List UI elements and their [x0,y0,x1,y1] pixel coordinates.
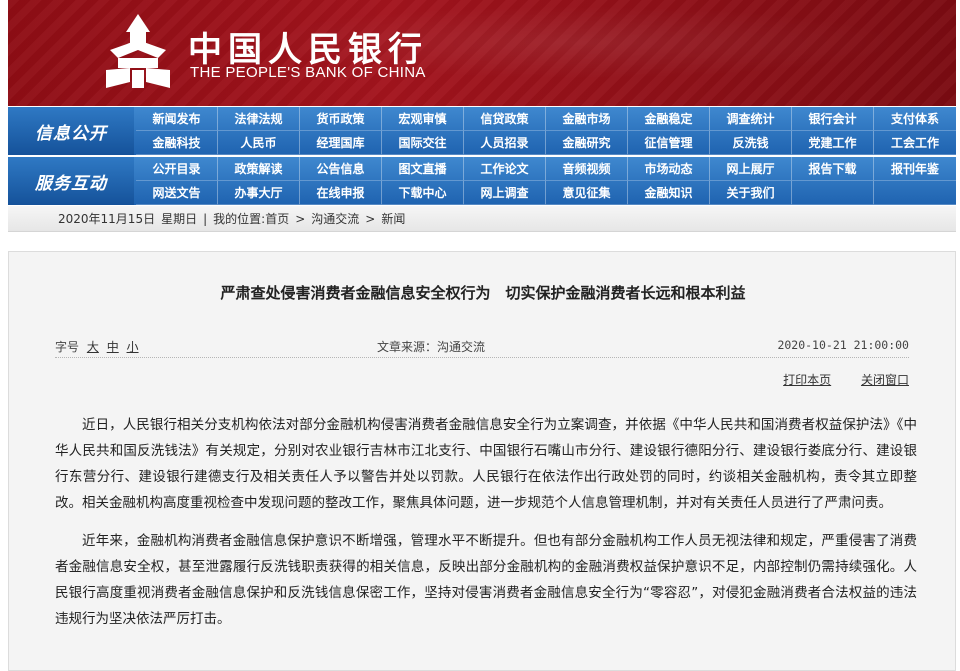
article-actions: 打印本页 关闭窗口 [757,371,909,388]
nav-info-item-4[interactable]: 信贷政策 [464,107,546,131]
nav-service-item-17[interactable]: 关于我们 [710,181,792,205]
nav-service-item-1[interactable]: 政策解读 [218,157,300,181]
article-meta: 字号 大 中 小 文章来源：沟通交流 2020-10-21 21:00:00 [55,332,909,358]
nav-info-item-2[interactable]: 货币政策 [300,107,382,131]
nav-info-item-0[interactable]: 新闻发布 [136,107,218,131]
nav-info-item-17[interactable]: 反洗钱 [710,131,792,155]
article-paragraph-2: 近年来，金融机构消费者金融信息保护意识不断增强，管理水平不断提升。但也有部分金融… [55,533,917,627]
nav-info-item-6[interactable]: 金融稳定 [628,107,710,131]
site-banner: 中国人民银行 THE PEOPLE'S BANK OF CHINA [8,0,956,106]
nav-info-item-9[interactable]: 支付体系 [874,107,956,131]
nav-grid-info: 新闻发布 法律法规 货币政策 宏观审慎 信贷政策 金融市场 金融稳定 调查统计 银行会计 支付体系… [136,107,956,155]
nav-info-item-19[interactable]: 工会工作 [874,131,956,155]
print-page-link[interactable]: 打印本页 [783,373,831,387]
nav-info-item-10[interactable]: 金融科技 [136,131,218,155]
nav-info-item-14[interactable]: 人员招录 [464,131,546,155]
article-datetime: 2020-10-21 21:00:00 [777,338,909,352]
nav-service-item-12[interactable]: 在线申报 [300,181,382,205]
nav-service-item-19 [874,181,956,205]
bank-name-en: THE PEOPLE'S BANK OF CHINA [190,64,426,81]
breadcrumb-level1-link[interactable]: 沟通交流 [311,210,359,227]
nav-service-item-5[interactable]: 音频视频 [546,157,628,181]
nav-info-item-3[interactable]: 宏观审慎 [382,107,464,131]
pboc-logo-icon[interactable] [100,10,176,92]
nav-block-info: 信息公开 新闻发布 法律法规 货币政策 宏观审慎 信贷政策 金融市场 金融稳定 调查统计 银行会… [8,107,956,155]
nav-info-item-8[interactable]: 银行会计 [792,107,874,131]
breadcrumb-level2-link[interactable]: 新闻 [381,210,405,227]
nav-service-item-14[interactable]: 网上调查 [464,181,546,205]
current-weekday: 星期日 [161,212,198,226]
font-size-label: 字号 [55,340,80,354]
nav-service-item-11[interactable]: 办事大厅 [218,181,300,205]
nav-info-item-5[interactable]: 金融市场 [546,107,628,131]
font-small-link[interactable]: 小 [127,340,139,354]
location-prefix: 我的位置: [213,212,266,226]
nav-service-item-10[interactable]: 网送文告 [136,181,218,205]
current-date: 2020年11月15日 [58,212,156,226]
breadcrumb-separator-2: > [365,211,376,226]
nav-block-service: 服务互动 公开目录 政策解读 公告信息 图文直播 工作论文 音频视频 市场动态 网上展厅 报告下… [8,157,956,205]
article-title: 严肃查处侵害消费者金融信息安全权行为 切实保护金融消费者长远和根本利益 [220,284,746,302]
nav-service-item-13[interactable]: 下载中心 [382,181,464,205]
nav-section-title-info: 信息公开 [8,107,134,155]
nav-service-item-7[interactable]: 网上展厅 [710,157,792,181]
breadcrumb-home-link[interactable]: 首页 [265,210,289,227]
breadcrumb: 2020年11月15日 星期日 | 我的位置: 首页 > 沟通交流 > 新闻 [8,206,956,232]
nav-service-item-3[interactable]: 图文直播 [382,157,464,181]
breadcrumb-separator: > [295,211,306,226]
nav-service-item-15[interactable]: 意见征集 [546,181,628,205]
nav-service-item-2[interactable]: 公告信息 [300,157,382,181]
nav-service-item-18 [792,181,874,205]
nav-service-item-0[interactable]: 公开目录 [136,157,218,181]
font-medium-link[interactable]: 中 [107,340,119,354]
font-large-link[interactable]: 大 [87,340,99,354]
nav-service-item-9[interactable]: 报刊年鉴 [874,157,956,181]
nav-info-item-11[interactable]: 人民币 [218,131,300,155]
article-panel: 严肃查处侵害消费者金融信息安全权行为 切实保护金融消费者长远和根本利益 字号 大… [8,251,956,671]
nav-info-item-13[interactable]: 国际交往 [382,131,464,155]
nav-grid-service: 公开目录 政策解读 公告信息 图文直播 工作论文 音频视频 市场动态 网上展厅 报告下载 报刊年鉴… [136,157,956,205]
nav-info-item-7[interactable]: 调查统计 [710,107,792,131]
article-paragraph-1: 近日，人民银行相关分支机构依法对部分金融机构侵害消费者金融信息安全行为立案调查，… [55,417,917,511]
nav-service-item-4[interactable]: 工作论文 [464,157,546,181]
nav-info-item-15[interactable]: 金融研究 [546,131,628,155]
article-body: 近日，人民银行相关分支机构依法对部分金融机构侵害消费者金融信息安全行为立案调查，… [55,412,917,644]
article-source: 文章来源：沟通交流 [377,340,486,354]
nav-service-item-16[interactable]: 金融知识 [628,181,710,205]
nav-info-item-1[interactable]: 法律法规 [218,107,300,131]
nav-info-item-18[interactable]: 党建工作 [792,131,874,155]
nav-service-item-8[interactable]: 报告下载 [792,157,874,181]
nav-section-title-service: 服务互动 [8,157,134,205]
nav-service-item-6[interactable]: 市场动态 [628,157,710,181]
main-navigation: 信息公开 新闻发布 法律法规 货币政策 宏观审慎 信贷政策 金融市场 金融稳定 调查统计 银行会… [8,107,956,205]
nav-info-item-16[interactable]: 征信管理 [628,131,710,155]
font-size-switcher: 字号 大 中 小 [55,338,139,355]
nav-info-item-12[interactable]: 经理国库 [300,131,382,155]
close-window-link[interactable]: 关闭窗口 [861,373,909,387]
